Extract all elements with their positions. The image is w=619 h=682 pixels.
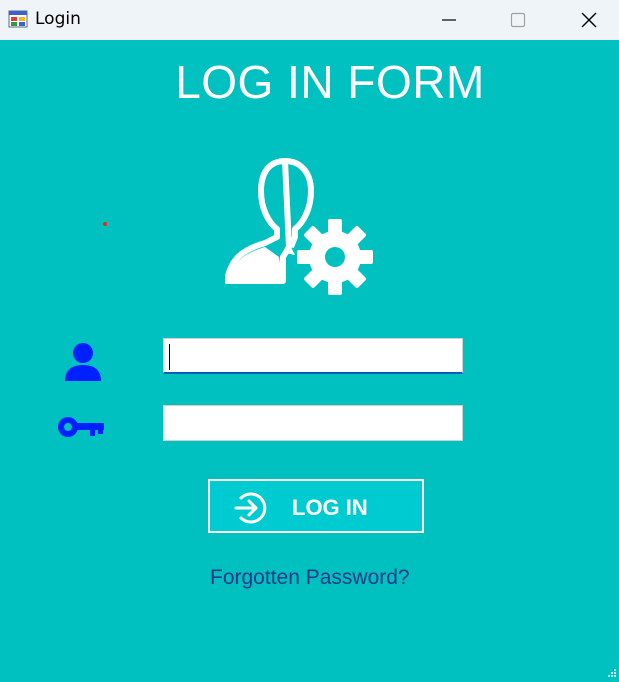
arrow-right-circle-icon [234,492,267,524]
resize-grip-icon[interactable] [605,668,617,680]
title-bar[interactable]: Login [0,0,619,40]
forgot-password-link[interactable]: Forgotten Password? [210,566,410,590]
stray-dot [103,222,107,226]
login-button-label: LOG IN [292,495,368,520]
maximize-icon [510,12,526,28]
app-icon [8,10,28,28]
form-title: LOG IN FORM [175,56,485,108]
minimize-button[interactable] [426,0,472,40]
close-button[interactable] [566,0,612,40]
minimize-icon [442,19,456,21]
password-input[interactable] [163,405,463,441]
user-gear-icon [225,158,373,295]
window-title: Login [35,9,81,29]
close-icon [581,12,597,28]
key-icon [58,417,104,437]
text-caret [169,344,170,370]
username-input[interactable] [163,338,463,374]
maximize-button[interactable] [495,0,541,40]
login-window: Login LOG IN FORM LOG IN Forgotten Passw… [0,0,619,682]
login-button[interactable]: LOG IN [208,479,424,533]
user-icon [65,343,101,381]
